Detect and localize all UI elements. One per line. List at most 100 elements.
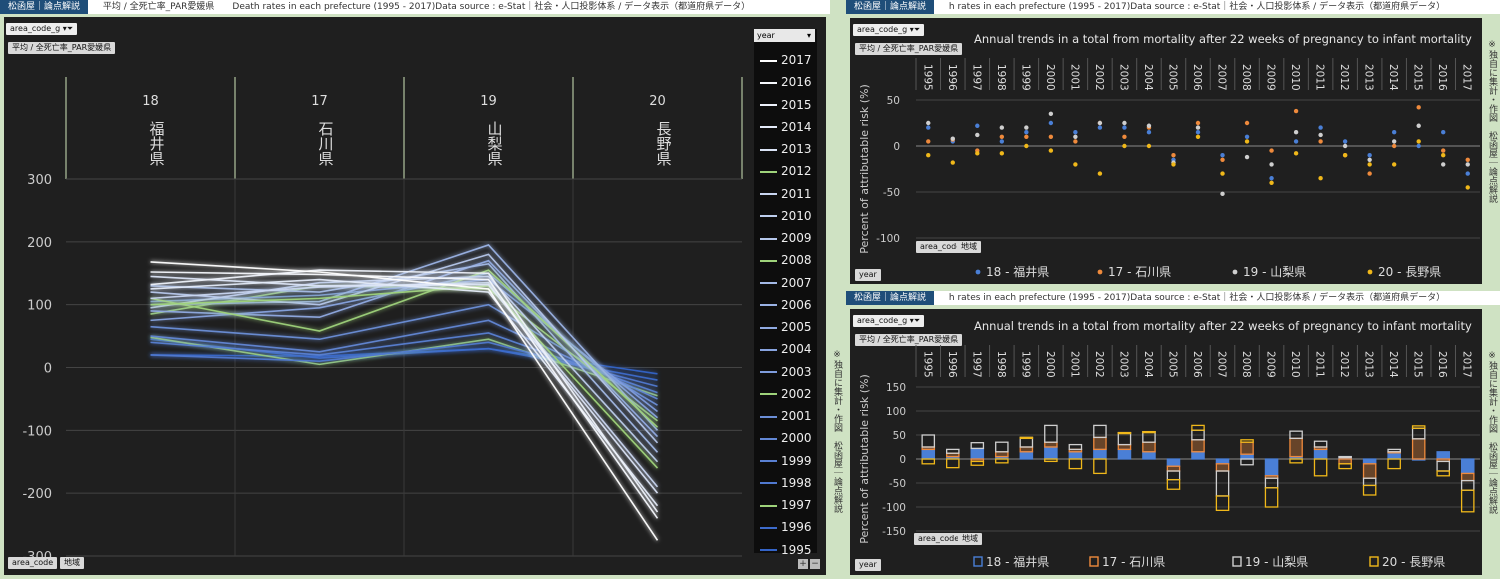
y-tick-label: -100 bbox=[876, 233, 900, 245]
legend-item-2008[interactable]: 2008 bbox=[760, 249, 812, 271]
legend-label: 2009 bbox=[781, 231, 812, 245]
legend-item-2010[interactable]: 2010 bbox=[760, 205, 812, 227]
legend-item-2001[interactable]: 2001 bbox=[760, 405, 812, 427]
area-code-chip[interactable]: area_code bbox=[8, 557, 58, 569]
scatter-point bbox=[950, 160, 955, 165]
x-year-label: 2004 bbox=[1142, 64, 1154, 91]
y-tick-label: 200 bbox=[27, 236, 52, 251]
legend-item-2009[interactable]: 2009 bbox=[760, 227, 812, 249]
legend-marker bbox=[1089, 556, 1099, 567]
legend-label: 2013 bbox=[781, 142, 812, 156]
y-tick-label: 300 bbox=[27, 173, 52, 188]
brand-tag: 松函屋｜論点解説 bbox=[846, 291, 935, 305]
y-axis-label: Percent of attributable risk (%) bbox=[858, 84, 871, 253]
scatter-point bbox=[1048, 111, 1054, 117]
legend-item-2002[interactable]: 2002 bbox=[760, 383, 812, 405]
x-year-label: 2006 bbox=[1191, 351, 1203, 378]
legend-item-2016[interactable]: 2016 bbox=[760, 71, 812, 93]
zoom-in-button[interactable]: + bbox=[798, 559, 808, 569]
legend-item-2013[interactable]: 2013 bbox=[760, 138, 812, 160]
x-year-label: 2012 bbox=[1338, 351, 1350, 378]
region-chip[interactable]: 地域 bbox=[957, 241, 981, 253]
x-year-label: 2009 bbox=[1265, 351, 1277, 378]
area-code-chip[interactable]: area_code bbox=[914, 533, 964, 545]
region-chip[interactable]: 地域 bbox=[60, 557, 84, 569]
scatter-point bbox=[1367, 162, 1372, 167]
stacked-bar-segment bbox=[1436, 460, 1450, 472]
br-titlebar: 松函屋｜論点解説 h rates in each prefecture (199… bbox=[846, 291, 1500, 305]
legend-swatch bbox=[760, 526, 777, 529]
stacked-bar-segment bbox=[1411, 438, 1426, 460]
x-year-label: 2016 bbox=[1436, 351, 1448, 378]
y-tick-label: -200 bbox=[22, 487, 52, 502]
x-year-label: 1995 bbox=[921, 351, 933, 378]
stacked-bar-segment bbox=[1240, 458, 1254, 466]
y-tick-label: 150 bbox=[886, 382, 906, 394]
legend-item-1996[interactable]: 1996 bbox=[760, 516, 812, 538]
legend-item-2017[interactable]: 2017 bbox=[760, 49, 812, 71]
scatter-point bbox=[1122, 120, 1127, 126]
legend-marker bbox=[975, 269, 981, 275]
scatter-point bbox=[1073, 162, 1078, 167]
legend-item-1998[interactable]: 1998 bbox=[760, 472, 812, 494]
stacked-bar-segment bbox=[1362, 484, 1377, 496]
zoom-out-button[interactable]: − bbox=[810, 559, 820, 569]
scatter-point bbox=[1416, 105, 1421, 110]
tr-titlebar: 松函屋｜論点解説 h rates in each prefecture (199… bbox=[846, 0, 1500, 14]
side-note-middle: ※独自に集計・作図 松函屋｜論点解説 bbox=[832, 350, 842, 513]
region-chip[interactable]: 地域 bbox=[958, 533, 982, 545]
stacked-bar-segment bbox=[1460, 479, 1475, 491]
left-chart-area: area_code_g ▾⏷ 平均 / 全死亡率_PAR愛媛県 18 福井県 17 石… bbox=[4, 17, 826, 575]
legend-label: 19 - 山梨県 bbox=[1245, 555, 1308, 569]
scatter-point bbox=[1318, 176, 1323, 181]
legend-item-2011[interactable]: 2011 bbox=[760, 183, 812, 205]
x-year-label: 1997 bbox=[970, 64, 982, 91]
x-year-label: 2014 bbox=[1387, 64, 1399, 91]
legend-item-1997[interactable]: 1997 bbox=[760, 494, 812, 516]
legend-item-2014[interactable]: 2014 bbox=[760, 116, 812, 138]
x-year-label: 2010 bbox=[1289, 64, 1301, 91]
stacked-bar-segment bbox=[1019, 451, 1034, 460]
brand-tag: 松函屋｜論点解説 bbox=[0, 0, 89, 14]
legend-item-1999[interactable]: 1999 bbox=[760, 450, 812, 472]
year-chip[interactable]: year bbox=[855, 269, 881, 281]
x-year-label: 2008 bbox=[1240, 351, 1252, 378]
year-legend-title[interactable]: year ▾ bbox=[754, 29, 815, 42]
scatter-point bbox=[926, 153, 931, 158]
stacked-bar-segment bbox=[970, 442, 985, 450]
legend-item-1995[interactable]: 1995 bbox=[760, 539, 812, 561]
legend-item-2012[interactable]: 2012 bbox=[760, 160, 812, 182]
stacked-bar-segment bbox=[1460, 489, 1475, 513]
legend-swatch bbox=[760, 371, 777, 373]
legend-item-2007[interactable]: 2007 bbox=[760, 272, 812, 294]
scatter-point bbox=[1171, 153, 1176, 158]
legend-marker bbox=[1367, 269, 1373, 275]
legend-swatch bbox=[760, 460, 777, 462]
scatter-point bbox=[1244, 134, 1250, 139]
scatter-point bbox=[975, 123, 980, 128]
legend-item-2015[interactable]: 2015 bbox=[760, 94, 812, 116]
legend-item-2005[interactable]: 2005 bbox=[760, 316, 812, 338]
legend-swatch bbox=[760, 504, 777, 507]
scatter-point bbox=[1416, 139, 1421, 144]
legend-item-2003[interactable]: 2003 bbox=[760, 361, 812, 383]
scatter-point bbox=[1293, 151, 1299, 156]
year-chip[interactable]: year bbox=[855, 559, 881, 571]
stacked-bar-segment bbox=[1264, 458, 1279, 477]
stacked-bar-segment bbox=[970, 460, 985, 466]
area-code-g-filter[interactable]: area_code_g ▾⏷ bbox=[6, 23, 78, 35]
legend-label: 1997 bbox=[781, 498, 812, 512]
legend-item-2004[interactable]: 2004 bbox=[760, 338, 812, 360]
legend-label: 18 - 福井県 bbox=[986, 264, 1049, 279]
legend-item-2000[interactable]: 2000 bbox=[760, 427, 812, 449]
scatter-point bbox=[999, 139, 1005, 144]
scatter-point bbox=[1367, 157, 1372, 162]
legend-label: 20 - 長野県 bbox=[1378, 265, 1441, 279]
legend-item-2006[interactable]: 2006 bbox=[760, 294, 812, 316]
stacked-bar-segment bbox=[1240, 453, 1254, 460]
legend-label: 17 - 石川県 bbox=[1108, 265, 1171, 279]
x-year-label: 1996 bbox=[946, 64, 958, 91]
scatter-point bbox=[1441, 162, 1446, 167]
stacked-bar-segment bbox=[1240, 441, 1254, 455]
y-tick-label: -100 bbox=[882, 502, 906, 514]
